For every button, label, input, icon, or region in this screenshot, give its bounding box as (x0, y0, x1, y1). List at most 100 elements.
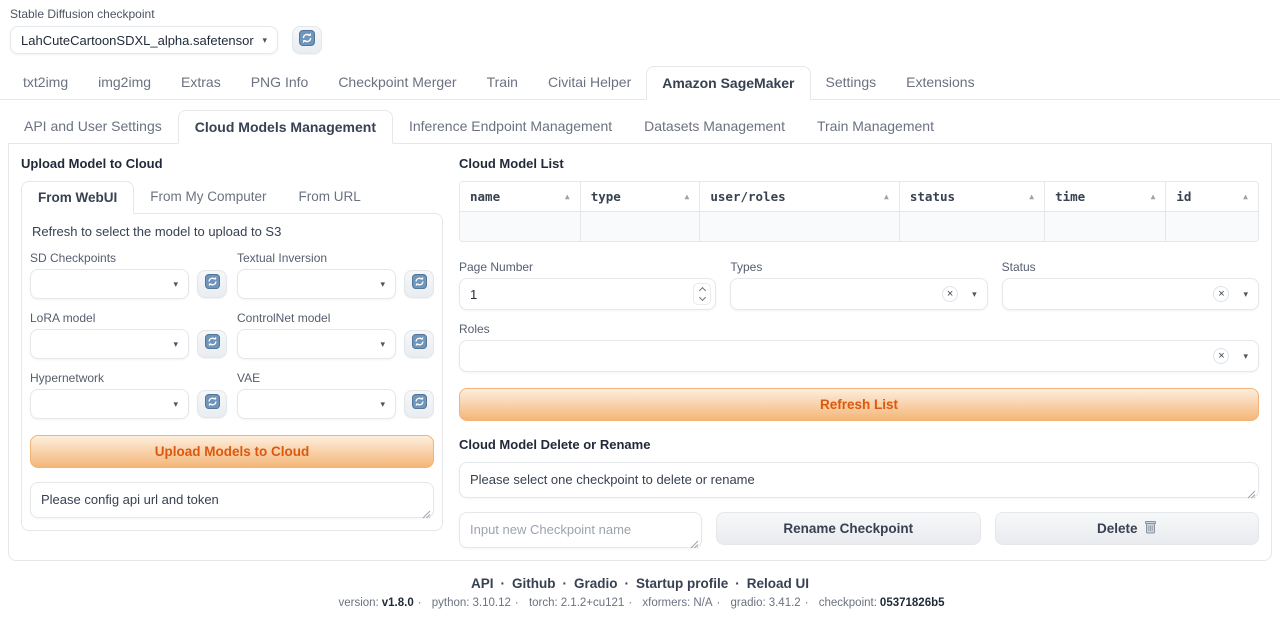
tab-civitai-helper[interactable]: Civitai Helper (533, 66, 646, 99)
lora-model-dropdown[interactable]: ▾ (30, 329, 189, 359)
upload-models-button[interactable]: Upload Models to Cloud (30, 435, 434, 468)
clear-icon[interactable]: × (1213, 348, 1229, 364)
tab-checkpoint-merger[interactable]: Checkpoint Merger (323, 66, 471, 99)
subtab-cloud-models-management[interactable]: Cloud Models Management (178, 110, 393, 144)
column-header-user-roles[interactable]: user/roles ▲ (699, 182, 899, 211)
selected-checkpoint-textarea[interactable]: Please select one checkpoint to delete o… (459, 462, 1259, 498)
rename-checkpoint-button[interactable]: Rename Checkpoint (716, 512, 981, 545)
refresh-list-button[interactable]: Refresh List (459, 388, 1259, 421)
field-textual-inversion: Textual Inversion ▾ (237, 251, 434, 299)
footer-link-reload-ui[interactable]: Reload UI (747, 576, 809, 591)
checkpoint-refresh-button[interactable] (292, 26, 322, 54)
resize-handle-icon[interactable] (1247, 486, 1256, 495)
tab-img2img[interactable]: img2img (83, 66, 166, 99)
checkpoint-bar: Stable Diffusion checkpoint LahCuteCarto… (0, 0, 1280, 54)
tab-extras[interactable]: Extras (166, 66, 236, 99)
hypernetwork-refresh-button[interactable] (197, 390, 227, 418)
tab-train[interactable]: Train (472, 66, 533, 99)
upload-tab-from-my-computer[interactable]: From My Computer (134, 181, 282, 213)
column-label: user/roles (710, 189, 785, 204)
column-label: time (1055, 189, 1085, 204)
tab-txt2img[interactable]: txt2img (8, 66, 83, 99)
sagemaker-sub-tab-bar: API and User Settings Cloud Models Manag… (8, 110, 1272, 143)
chevron-down-icon[interactable] (699, 294, 706, 301)
bullet-icon: · (515, 597, 519, 609)
textual-inversion-dropdown[interactable]: ▾ (237, 269, 396, 299)
resize-handle-icon[interactable] (690, 536, 699, 545)
sort-icon[interactable]: ▲ (685, 192, 690, 201)
footer-link-api[interactable]: API (471, 576, 494, 591)
tab-png-info[interactable]: PNG Info (236, 66, 324, 99)
controlnet-model-dropdown[interactable]: ▾ (237, 329, 396, 359)
bullet-icon: · (562, 576, 567, 591)
page-number-input[interactable] (459, 278, 716, 310)
chevron-down-icon: ▾ (1243, 289, 1248, 300)
upload-heading: Upload Model to Cloud (21, 156, 443, 171)
vae-dropdown[interactable]: ▾ (237, 389, 396, 419)
tab-extensions[interactable]: Extensions (891, 66, 989, 99)
subtab-train-management[interactable]: Train Management (801, 110, 950, 143)
table-header-row: name▲ type▲ user/roles ▲ status ▲ time ▲ id… (460, 182, 1258, 212)
chevron-down-icon: ▾ (173, 339, 178, 350)
page-number-label: Page Number (459, 260, 716, 274)
sd-checkpoints-refresh-button[interactable] (197, 270, 227, 298)
types-dropdown[interactable]: ×▾ (730, 278, 987, 310)
roles-dropdown[interactable]: ×▾ (459, 340, 1259, 372)
number-stepper[interactable] (693, 283, 711, 305)
chevron-down-icon: ▾ (972, 289, 977, 300)
chevron-down-icon: ▾ (262, 35, 267, 46)
field-label: Hypernetwork (30, 371, 227, 385)
upload-tab-from-url[interactable]: From URL (283, 181, 377, 213)
subtab-datasets-management[interactable]: Datasets Management (628, 110, 801, 143)
resize-handle-icon[interactable] (422, 506, 431, 515)
vae-refresh-button[interactable] (404, 390, 434, 418)
upload-tab-from-webui[interactable]: From WebUI (21, 181, 134, 214)
sort-icon[interactable]: ▲ (1029, 192, 1034, 201)
version-info: version:v1.8.0· python:3.10.12· torch:2.… (0, 597, 1280, 609)
subtab-inference-endpoint-management[interactable]: Inference Endpoint Management (393, 110, 628, 143)
table-cell (899, 212, 1044, 241)
footer-link-github[interactable]: Github (512, 576, 556, 591)
upload-status-textarea[interactable]: Please config api url and token (30, 482, 434, 518)
column-header-name[interactable]: name▲ (460, 182, 580, 211)
textual-inversion-refresh-button[interactable] (404, 270, 434, 298)
lora-model-refresh-button[interactable] (197, 330, 227, 358)
sort-icon[interactable]: ▲ (1151, 192, 1156, 201)
clear-icon[interactable]: × (1213, 286, 1229, 302)
new-checkpoint-name-input[interactable] (459, 512, 702, 548)
sd-checkpoints-dropdown[interactable]: ▾ (30, 269, 189, 299)
table-cell (699, 212, 899, 241)
checkpoint-dropdown[interactable]: LahCuteCartoonSDXL_alpha.safetensors [05… (10, 26, 278, 54)
bullet-icon: · (418, 597, 422, 609)
sort-icon[interactable]: ▲ (565, 192, 570, 201)
column-label: status (910, 189, 955, 204)
roles-field: Roles ×▾ (459, 322, 1259, 372)
sort-icon[interactable]: ▲ (884, 192, 889, 201)
column-header-time[interactable]: time ▲ (1044, 182, 1165, 211)
field-vae: VAE ▾ (237, 371, 434, 419)
column-header-type[interactable]: type▲ (580, 182, 700, 211)
sort-icon[interactable]: ▲ (1243, 192, 1248, 201)
checkpoint-hash-value: 05371826b5 (880, 597, 945, 609)
gradio-value: 3.41.2 (769, 597, 801, 609)
tab-settings[interactable]: Settings (811, 66, 892, 99)
column-header-status[interactable]: status ▲ (899, 182, 1044, 211)
clear-icon[interactable]: × (942, 286, 958, 302)
table-cell (1165, 212, 1258, 241)
column-header-id[interactable]: id▲ (1165, 182, 1258, 211)
tab-amazon-sagemaker[interactable]: Amazon SageMaker (646, 66, 810, 100)
refresh-icon (412, 334, 427, 354)
controlnet-model-refresh-button[interactable] (404, 330, 434, 358)
footer-link-startup-profile[interactable]: Startup profile (636, 576, 728, 591)
delete-button[interactable]: Delete (995, 512, 1260, 545)
field-label: VAE (237, 371, 434, 385)
types-label: Types (730, 260, 987, 274)
version-value: v1.8.0 (382, 597, 414, 609)
subtab-api-user-settings[interactable]: API and User Settings (8, 110, 178, 143)
hypernetwork-dropdown[interactable]: ▾ (30, 389, 189, 419)
xformers-value: N/A (693, 597, 712, 609)
footer-link-gradio[interactable]: Gradio (574, 576, 618, 591)
status-dropdown[interactable]: ×▾ (1002, 278, 1259, 310)
torch-value: 2.1.2+cu121 (561, 597, 625, 609)
delete-button-label: Delete (1097, 521, 1138, 536)
